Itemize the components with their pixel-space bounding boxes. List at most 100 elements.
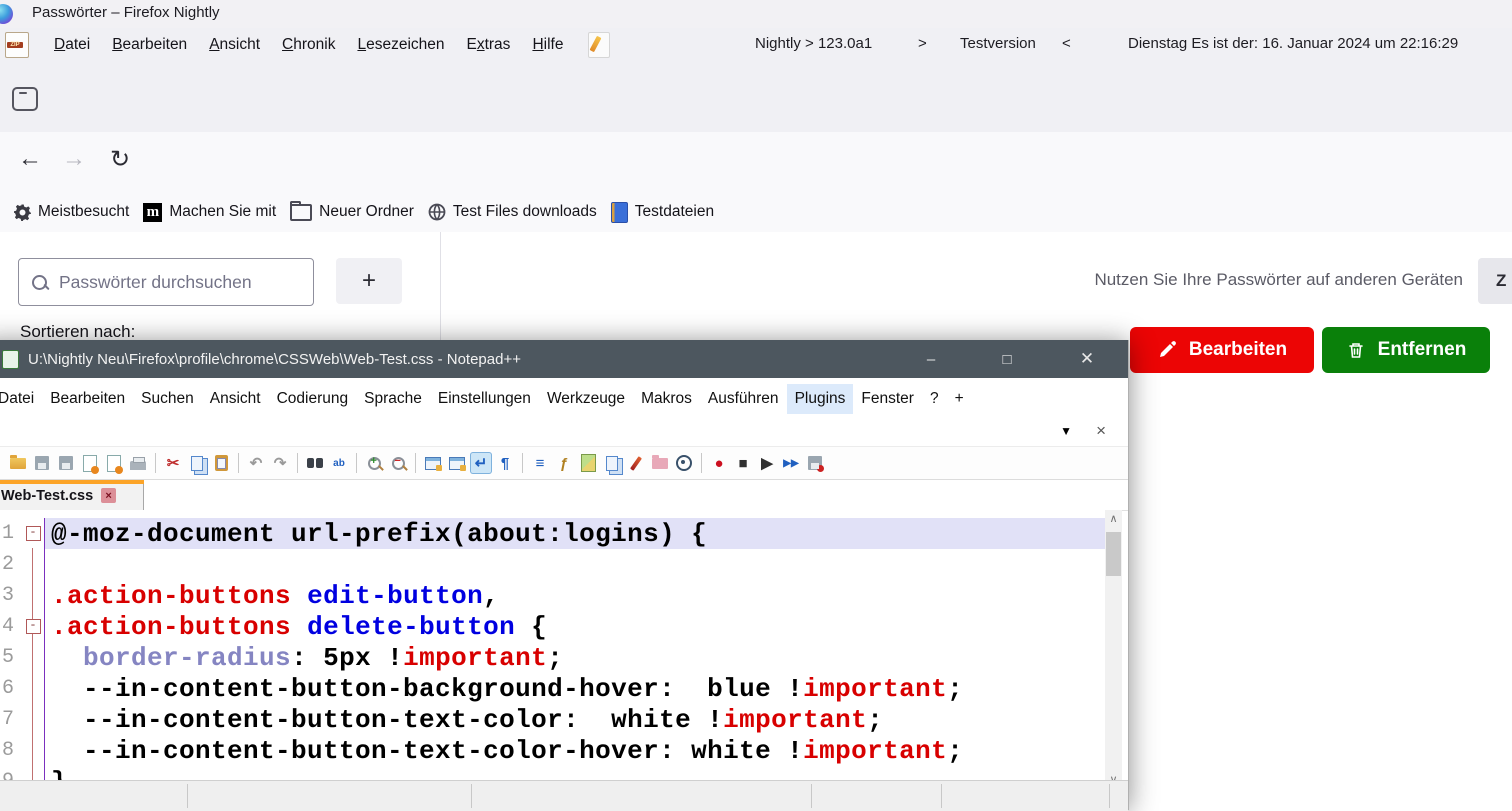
npp-menu-werkzeuge[interactable]: Werkzeuge (539, 384, 633, 414)
password-search-input[interactable]: Passwörter durchsuchen (18, 258, 314, 306)
npp-menu-plugins[interactable]: Plugins (787, 384, 854, 414)
menubar-item-extras[interactable]: Extras (456, 32, 522, 58)
macro-save-icon[interactable] (804, 452, 826, 474)
zoom-out-icon[interactable] (387, 452, 409, 474)
close-icon[interactable] (79, 452, 101, 474)
npp-menu-bearbeiten[interactable]: Bearbeiten (42, 384, 133, 414)
find-icon[interactable] (304, 452, 326, 474)
npp-menu-ausfhren[interactable]: Ausführen (700, 384, 787, 414)
bookmark-item[interactable]: Test Files downloads (428, 203, 597, 221)
macro-play-icon[interactable]: ▶ (756, 452, 778, 474)
add-login-button[interactable]: + (336, 258, 402, 304)
fold-margin (22, 580, 44, 611)
menubar-item-lesezeichen[interactable]: Lesezeichen (346, 32, 455, 58)
print-icon[interactable] (127, 452, 149, 474)
reload-button[interactable]: ↻ (110, 145, 130, 174)
scroll-up-icon[interactable]: ∧ (1105, 510, 1122, 527)
npp-titlebar[interactable]: U:\Nightly Neu\Firefox\profile\chrome\CS… (0, 340, 1128, 378)
menubar-item-ansicht[interactable]: Ansicht (198, 32, 271, 58)
redo-icon[interactable]: ↷ (269, 452, 291, 474)
back-button[interactable]: ← (18, 145, 42, 173)
npp-menu-einstellungen[interactable]: Einstellungen (430, 384, 539, 414)
copy-icon[interactable] (186, 452, 208, 474)
panel-collapse-icon[interactable]: ▼ (1060, 424, 1072, 438)
toolbar-divider (701, 453, 702, 473)
code-editor[interactable]: 1-@-moz-document url-prefix(about:logins… (0, 510, 1105, 788)
panel-close-icon[interactable]: × (1096, 421, 1106, 441)
doc-map-icon[interactable] (577, 452, 599, 474)
npp-menu-datei[interactable]: Datei (0, 384, 42, 414)
fold-collapse-icon[interactable]: - (26, 526, 41, 541)
npp-menu-ansicht[interactable]: Ansicht (202, 384, 269, 414)
maximize-button[interactable]: □ (984, 340, 1030, 378)
line-number: 2 (0, 553, 22, 576)
bookmark-item[interactable]: mMachen Sie mit (143, 203, 276, 222)
macro-record-icon[interactable]: ● (708, 452, 730, 474)
editor-scrollbar[interactable]: ∧ ∨ (1105, 510, 1122, 788)
minimize-button[interactable]: – (908, 340, 954, 378)
show-all-chars-icon[interactable]: ¶ (494, 452, 516, 474)
fold-margin (22, 549, 44, 580)
open-file-icon[interactable] (7, 452, 29, 474)
zoom-in-icon[interactable] (363, 452, 385, 474)
npp-tab-web-test-css[interactable]: Web-Test.css × (0, 480, 144, 510)
line-number: 4 (0, 615, 22, 638)
npp-menu-sprache[interactable]: Sprache (356, 384, 430, 414)
edit-button[interactable]: Bearbeiten (1130, 327, 1314, 373)
save-icon[interactable] (31, 452, 53, 474)
macro-run-multi-icon[interactable]: ▶▶ (780, 452, 802, 474)
remove-button-label: Entfernen (1378, 339, 1467, 361)
code-line: 3.action-buttons edit-button, (0, 580, 1105, 611)
npp-menu-?[interactable]: ? (922, 384, 947, 414)
menubar-item-bearbeiten[interactable]: Bearbeiten (101, 32, 198, 58)
zip-file-icon[interactable] (5, 32, 29, 58)
pencil-note-icon[interactable] (588, 32, 610, 58)
replace-icon[interactable]: ab (328, 452, 350, 474)
scrollbar-thumb[interactable] (1106, 532, 1121, 576)
edit-marker-icon[interactable] (625, 452, 647, 474)
npp-window-title: U:\Nightly Neu\Firefox\profile\chrome\CS… (28, 351, 521, 368)
sync-button-clipped[interactable]: Z (1478, 258, 1512, 304)
close-button[interactable]: ✕ (1064, 340, 1110, 378)
code-text: --in-content-button-text-color: white !i… (44, 704, 1105, 735)
npp-menu-fenster[interactable]: Fenster (853, 384, 922, 414)
bookmark-item[interactable]: Testdateien (611, 202, 714, 223)
undo-icon[interactable]: ↶ (245, 452, 267, 474)
npp-menu-suchen[interactable]: Suchen (133, 384, 202, 414)
word-wrap-icon[interactable]: ↵ (470, 452, 492, 474)
sync-vertical-icon[interactable] (422, 452, 444, 474)
menubar-item-datei[interactable]: Datei (43, 32, 101, 58)
close-all-icon[interactable] (103, 452, 125, 474)
npp-menu-codierung[interactable]: Codierung (269, 384, 357, 414)
firefox-view-button[interactable] (10, 82, 40, 112)
line-number: 8 (0, 739, 22, 762)
monitoring-icon[interactable] (673, 452, 695, 474)
npp-menu-makros[interactable]: Makros (633, 384, 700, 414)
firefox-view-icon (12, 87, 38, 111)
cut-icon[interactable]: ✂ (162, 452, 184, 474)
npp-menu-+[interactable]: + (947, 384, 972, 414)
forward-button[interactable]: → (62, 145, 86, 173)
remove-button[interactable]: Entfernen (1322, 327, 1490, 373)
npp-panel-row: ▼ × (0, 420, 1128, 446)
sync-horizontal-icon[interactable] (446, 452, 468, 474)
function-list-icon[interactable]: ƒ (553, 452, 575, 474)
bookmark-item[interactable]: Meistbesucht (14, 203, 129, 221)
macro-stop-icon[interactable]: ■ (732, 452, 754, 474)
npp-tab-close-icon[interactable]: × (101, 488, 116, 503)
npp-menubar: DateiBearbeitenSuchenAnsichtCodierungSpr… (0, 378, 1128, 420)
indent-guide-icon[interactable]: ≡ (529, 452, 551, 474)
doc-switcher-icon[interactable] (601, 452, 623, 474)
menubar-item-hilfe[interactable]: Hilfe (521, 32, 574, 58)
fold-collapse-icon[interactable]: - (26, 619, 41, 634)
save-all-icon[interactable] (55, 452, 77, 474)
book-icon (611, 202, 628, 223)
menubar-item-chronik[interactable]: Chronik (271, 32, 346, 58)
folder-workspace-icon[interactable] (649, 452, 671, 474)
separator-lt: < (1062, 35, 1071, 52)
bookmark-item[interactable]: Neuer Ordner (290, 203, 414, 221)
bookmark-label: Test Files downloads (453, 203, 597, 221)
testversion-label: Testversion (960, 35, 1036, 52)
paste-icon[interactable] (210, 452, 232, 474)
toolbar-divider (415, 453, 416, 473)
